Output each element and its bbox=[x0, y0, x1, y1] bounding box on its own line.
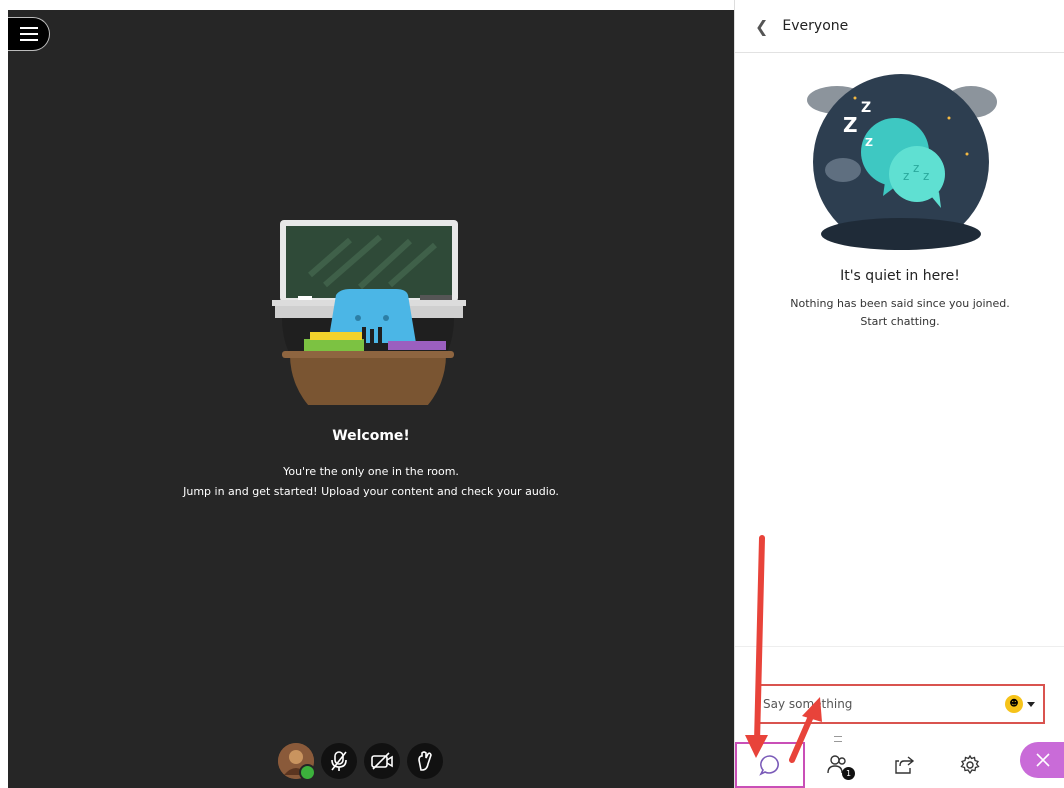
svg-text:z: z bbox=[913, 161, 919, 175]
microphone-toggle-button[interactable] bbox=[321, 743, 357, 779]
collaborate-panel-tabs: 1 bbox=[735, 742, 1064, 788]
media-controls bbox=[278, 743, 443, 781]
welcome-message-line-1: You're the only one in the room. bbox=[283, 465, 459, 478]
raise-hand-icon bbox=[418, 751, 432, 771]
attendees-count-badge: 1 bbox=[842, 767, 855, 780]
svg-text:Z: Z bbox=[861, 100, 871, 116]
gear-icon bbox=[960, 754, 980, 775]
session-menu-button[interactable] bbox=[8, 17, 50, 51]
welcome-message-line-2: Jump in and get started! Upload your con… bbox=[183, 485, 559, 498]
divider bbox=[735, 646, 1064, 647]
sleeping-chat-illustration: Z Z Z z z z bbox=[807, 74, 997, 250]
raise-hand-button[interactable] bbox=[407, 743, 443, 779]
camera-toggle-button[interactable] bbox=[364, 743, 400, 779]
chat-channel-title: Everyone bbox=[782, 18, 849, 34]
tab-chat[interactable] bbox=[735, 742, 805, 788]
my-status-avatar-button[interactable] bbox=[278, 743, 316, 781]
chat-compose-box: ☻ bbox=[757, 684, 1045, 724]
chat-panel: ❮ Everyone Z Z Z z z z It's quiet in her… bbox=[734, 0, 1064, 788]
empty-chat-title: It's quiet in here! bbox=[840, 268, 960, 284]
empty-chat-message-line-1: Nothing has been said since you joined. bbox=[790, 297, 1010, 310]
microphone-muted-icon bbox=[331, 751, 347, 771]
main-stage: Welcome! You're the only one in the room… bbox=[8, 10, 734, 788]
close-panel-button[interactable] bbox=[1003, 742, 1064, 788]
chat-message-input[interactable] bbox=[759, 696, 1005, 712]
close-icon bbox=[1035, 753, 1050, 767]
classroom-illustration bbox=[272, 220, 466, 405]
empty-chat-message-line-2: Start chatting. bbox=[860, 315, 940, 328]
chat-header: ❮ Everyone bbox=[735, 0, 1064, 53]
chat-bubble-icon bbox=[759, 755, 779, 776]
tab-share-content[interactable] bbox=[871, 742, 937, 788]
tab-attendees[interactable]: 1 bbox=[805, 742, 871, 788]
emoji-caret-down-icon[interactable] bbox=[1027, 701, 1035, 707]
svg-text:z: z bbox=[903, 169, 909, 183]
share-icon bbox=[895, 756, 915, 774]
camera-off-icon bbox=[371, 752, 393, 770]
welcome-title: Welcome! bbox=[332, 428, 410, 444]
tab-settings[interactable] bbox=[937, 742, 1003, 788]
status-check-icon bbox=[299, 764, 316, 781]
hamburger-menu-icon bbox=[19, 25, 38, 43]
svg-text:Z: Z bbox=[843, 113, 858, 137]
close-panel-pill bbox=[1020, 742, 1064, 778]
svg-text:Z: Z bbox=[865, 136, 873, 149]
svg-text:z: z bbox=[923, 169, 929, 183]
emoji-icon[interactable]: ☻ bbox=[1005, 695, 1023, 713]
chevron-left-icon[interactable]: ❮ bbox=[755, 17, 768, 36]
